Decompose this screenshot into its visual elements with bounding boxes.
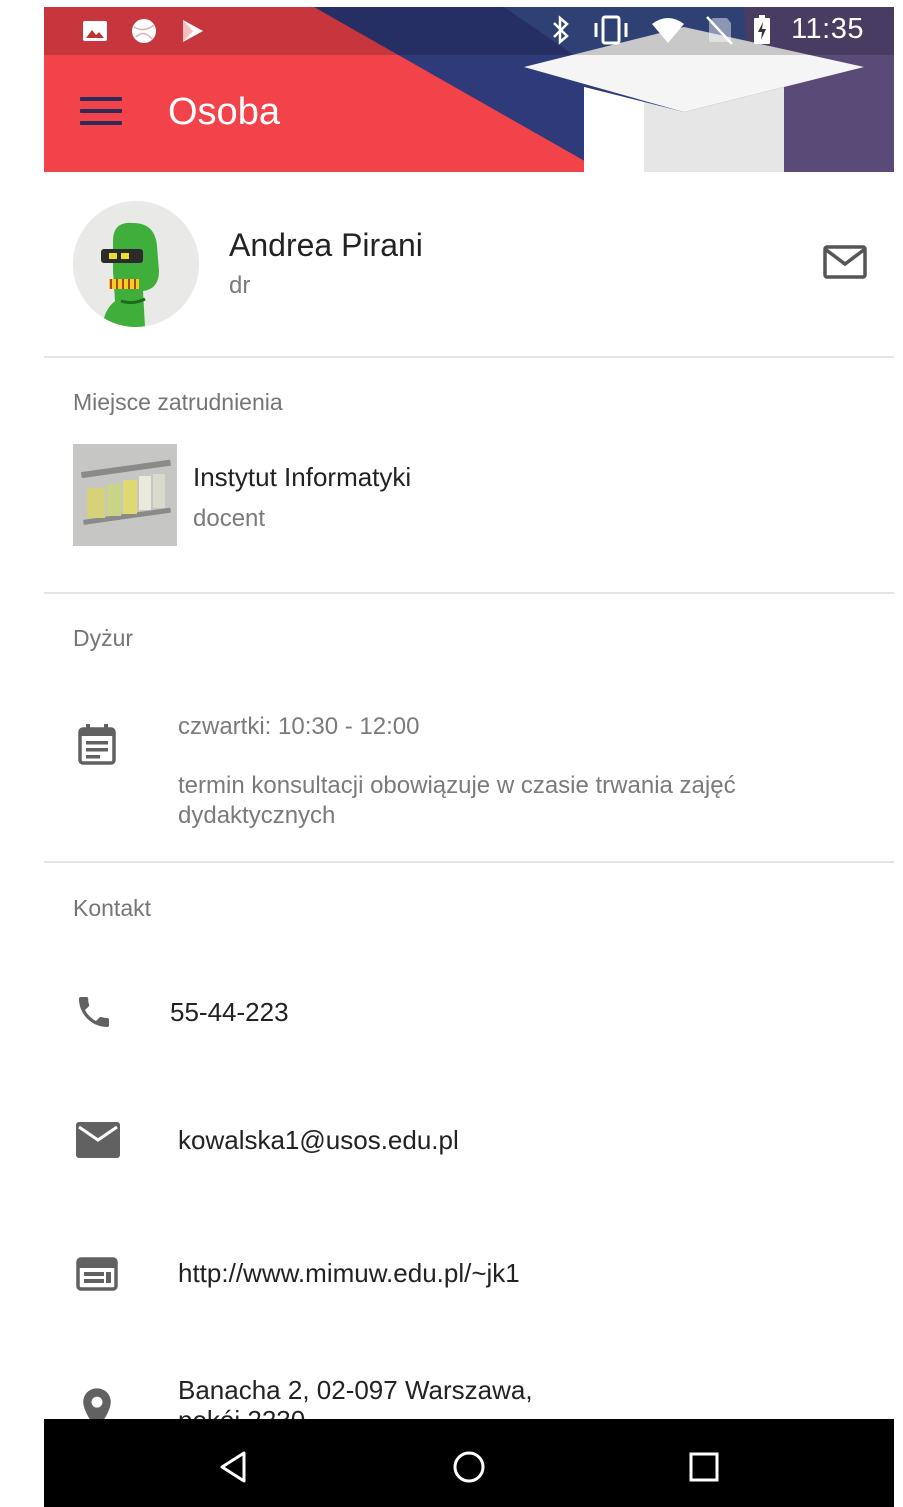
employment-section-label: Miejsce zatrudnienia — [73, 389, 283, 415]
contact-section-label: Kontakt — [73, 895, 151, 921]
duty-note: termin konsultacji obowiązuje w czasie t… — [178, 772, 736, 829]
person-title: dr — [229, 272, 251, 299]
section-divider — [44, 592, 894, 594]
phone-number[interactable]: 55-44-223 — [170, 997, 289, 1028]
back-icon[interactable] — [216, 1449, 252, 1485]
website-link[interactable]: http://www.mimuw.edu.pl/~jk1 — [178, 1258, 520, 1289]
recents-icon[interactable] — [686, 1449, 722, 1485]
clock: 11:35 — [791, 13, 864, 45]
status-bar-left — [82, 17, 206, 45]
email-icon — [76, 1122, 120, 1158]
system-nav-bar — [44, 1419, 894, 1507]
calendar-icon — [78, 724, 116, 765]
section-divider — [44, 861, 894, 863]
home-icon[interactable] — [451, 1449, 487, 1485]
employer-name[interactable]: Instytut Informatyki — [193, 462, 411, 493]
battery-charging-icon — [754, 14, 771, 44]
dribbble-icon — [132, 19, 156, 43]
mail-outline-icon[interactable] — [822, 244, 868, 280]
duty-hours: czwartki: 10:30 - 12:00 — [178, 713, 420, 740]
avatar[interactable] — [73, 201, 199, 327]
image-icon — [83, 21, 107, 41]
no-sim-icon — [706, 15, 733, 45]
person-name: Andrea Pirani — [229, 227, 423, 263]
app-bar: 11:35 Osoba — [44, 7, 894, 172]
employer-role: docent — [193, 505, 266, 532]
profile-header: Andrea Pirani dr — [44, 172, 894, 358]
email-link[interactable]: kowalska1@usos.edu.pl — [178, 1125, 459, 1156]
institute-logo[interactable] — [73, 444, 177, 546]
play-store-icon — [183, 20, 203, 42]
phone-icon — [79, 997, 109, 1027]
page-title: Osoba — [168, 91, 280, 133]
menu-icon[interactable] — [80, 97, 122, 127]
website-icon — [76, 1257, 118, 1291]
duty-section-label: Dyżur — [73, 625, 134, 651]
bluetooth-icon — [553, 14, 569, 45]
status-bar-right: 11:35 — [551, 13, 864, 46]
phone-screen: 11:35 Osoba Andrea Pirani dr Miejsce zat… — [44, 7, 894, 1507]
vibrate-icon — [594, 15, 628, 44]
address-line-1: Banacha 2, 02-097 Warszawa, — [178, 1375, 533, 1405]
wifi-icon — [652, 17, 685, 43]
